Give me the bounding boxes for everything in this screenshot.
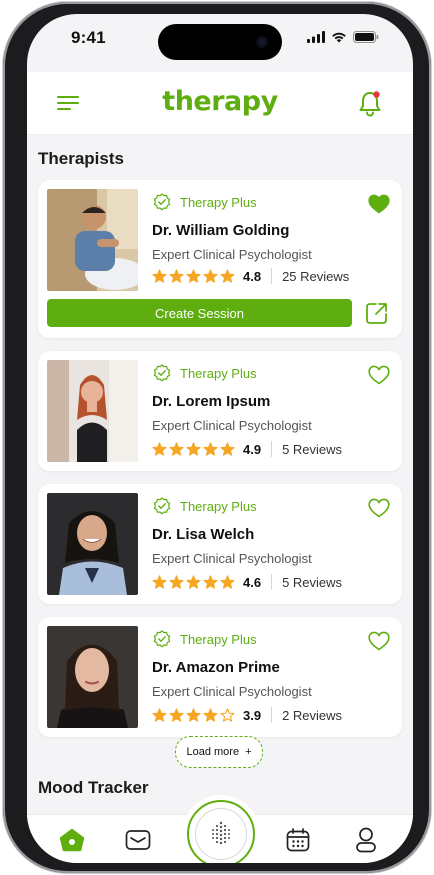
rating-stars — [152, 269, 235, 283]
therapist-name: Dr. Lisa Welch — [152, 526, 255, 543]
therapist-role: Expert Clinical Psychologist — [152, 684, 312, 699]
dynamic-island — [158, 24, 282, 60]
rating-stars — [152, 575, 235, 589]
section-title-therapists: Therapists — [38, 149, 124, 168]
rating-score: 3.9 — [243, 707, 262, 723]
star-filled-icon — [152, 269, 167, 283]
therapist-card[interactable]: Therapy Plus Dr. Amazon Prime Expert Cli… — [38, 617, 402, 737]
review-count: 5 Reviews — [282, 441, 343, 457]
star-filled-icon — [203, 575, 218, 589]
star-filled-icon — [169, 442, 184, 456]
profile-icon[interactable] — [351, 825, 381, 855]
star-filled-icon — [186, 442, 201, 456]
verified-badge-icon — [153, 193, 171, 211]
rating-stars — [152, 442, 235, 456]
favorite-heart-icon[interactable] — [368, 631, 390, 651]
section-title-mood-tracker: Mood Tracker — [38, 778, 149, 797]
rating-score: 4.8 — [243, 268, 262, 284]
therapy-plus-badge: Therapy Plus — [153, 364, 257, 382]
camera-icon — [256, 36, 268, 48]
star-filled-icon — [186, 269, 201, 283]
rating-row: 3.9 2 Reviews — [152, 707, 342, 723]
star-filled-icon — [169, 708, 184, 722]
therapy-plus-badge: Therapy Plus — [153, 630, 257, 648]
therapist-role: Expert Clinical Psychologist — [152, 418, 312, 433]
star-filled-icon — [186, 708, 201, 722]
star-filled-icon — [152, 575, 167, 589]
therapist-photo — [47, 493, 138, 595]
therapist-role: Expert Clinical Psychologist — [152, 247, 312, 262]
app-logo: therapy — [162, 86, 278, 117]
therapist-photo — [47, 626, 138, 728]
status-bar: 9:41 — [27, 14, 413, 64]
star-filled-icon — [152, 708, 167, 722]
star-filled-icon — [203, 708, 218, 722]
therapist-name: Dr. Amazon Prime — [152, 659, 280, 676]
favorite-heart-icon[interactable] — [368, 194, 390, 214]
review-count: 2 Reviews — [282, 707, 343, 723]
rating-row: 4.6 5 Reviews — [152, 574, 342, 590]
therapist-role: Expert Clinical Psychologist — [152, 551, 312, 566]
therapy-plus-badge: Therapy Plus — [153, 497, 257, 515]
therapy-plus-badge: Therapy Plus — [153, 193, 257, 211]
notification-bell-icon[interactable] — [357, 90, 383, 118]
badge-label: Therapy Plus — [180, 365, 257, 381]
rating-stars — [152, 708, 235, 722]
star-outline-icon — [220, 708, 235, 722]
favorite-heart-icon[interactable] — [368, 498, 390, 518]
rating-divider — [271, 441, 273, 457]
app-screen: 9:41 therapy Therapists Therapy Plus Dr.… — [27, 14, 413, 863]
phone-frame: 9:41 therapy Therapists Therapy Plus Dr.… — [3, 2, 431, 873]
therapist-card[interactable]: Therapy Plus Dr. Lorem Ipsum Expert Clin… — [38, 351, 402, 471]
breathe-icon — [195, 808, 247, 860]
load-more-label: Load more — [186, 746, 240, 758]
verified-badge-icon — [153, 630, 171, 648]
signal-icon — [307, 31, 325, 43]
star-filled-icon — [220, 442, 235, 456]
therapist-card[interactable]: Therapy Plus Dr. William Golding Expert … — [38, 180, 402, 338]
therapist-name: Dr. Lorem Ipsum — [152, 393, 271, 410]
therapist-photo — [47, 360, 138, 462]
rating-score: 4.6 — [243, 574, 262, 590]
rating-divider — [271, 707, 273, 723]
therapist-card[interactable]: Therapy Plus Dr. Lisa Welch Expert Clini… — [38, 484, 402, 604]
breathe-button[interactable] — [187, 800, 255, 863]
rating-score: 4.9 — [243, 441, 262, 457]
load-more-button[interactable]: Load more + — [175, 736, 263, 768]
star-filled-icon — [169, 575, 184, 589]
favorite-heart-icon[interactable] — [368, 365, 390, 385]
star-filled-icon — [186, 575, 201, 589]
home-icon[interactable] — [57, 825, 87, 855]
star-filled-icon — [220, 575, 235, 589]
create-session-button[interactable]: Create Session — [47, 299, 352, 327]
share-icon[interactable] — [364, 300, 390, 326]
review-count: 5 Reviews — [282, 574, 343, 590]
rating-divider — [271, 268, 273, 284]
verified-badge-icon — [153, 497, 171, 515]
wifi-icon — [332, 32, 346, 43]
star-filled-icon — [152, 442, 167, 456]
plus-icon: + — [245, 746, 252, 758]
star-filled-icon — [169, 269, 184, 283]
verified-badge-icon — [153, 364, 171, 382]
calendar-icon[interactable] — [283, 825, 313, 855]
app-header: therapy — [27, 72, 413, 135]
badge-label: Therapy Plus — [180, 194, 257, 210]
star-filled-icon — [220, 269, 235, 283]
rating-row: 4.9 5 Reviews — [152, 441, 342, 457]
therapist-photo — [47, 189, 138, 291]
rating-divider — [271, 574, 273, 590]
status-time: 9:41 — [71, 28, 106, 47]
badge-label: Therapy Plus — [180, 631, 257, 647]
battery-icon — [353, 31, 379, 43]
mail-icon[interactable] — [123, 825, 153, 855]
rating-row: 4.8 25 Reviews — [152, 268, 349, 284]
therapist-name: Dr. William Golding — [152, 222, 290, 239]
star-filled-icon — [203, 442, 218, 456]
badge-label: Therapy Plus — [180, 498, 257, 514]
review-count: 25 Reviews — [282, 268, 350, 284]
status-icons — [307, 31, 379, 43]
star-filled-icon — [203, 269, 218, 283]
